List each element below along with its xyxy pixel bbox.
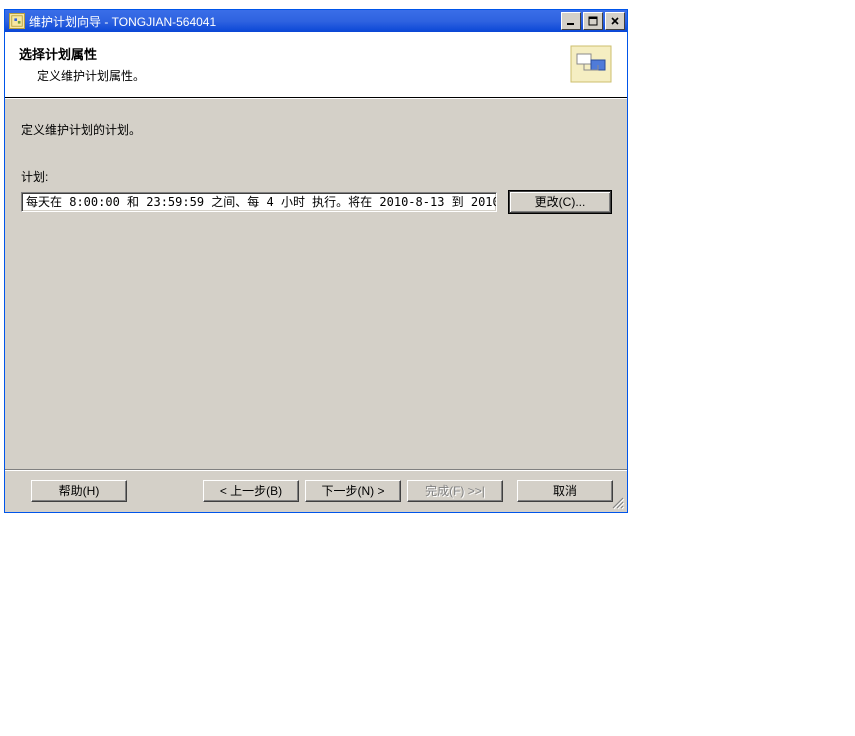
cancel-button[interactable]: 取消 <box>517 480 613 502</box>
wizard-icon <box>567 40 615 88</box>
maximize-button[interactable] <box>583 12 603 30</box>
nav-button-group: < 上一步(B) 下一步(N) > 完成(F) >>| 取消 <box>197 480 613 502</box>
minimize-button[interactable] <box>561 12 581 30</box>
app-icon <box>9 13 25 29</box>
content-panel: 定义维护计划的计划。 计划: 每天在 8:00:00 和 23:59:59 之间… <box>5 98 627 469</box>
wizard-window: 维护计划向导 - TONGJIAN-564041 选择计划属性 定义维护计划属性… <box>4 9 628 513</box>
title-bar: 维护计划向导 - TONGJIAN-564041 <box>5 10 627 32</box>
resize-grip-icon[interactable] <box>611 496 625 510</box>
page-title: 选择计划属性 <box>19 44 559 63</box>
intro-text: 定义维护计划的计划。 <box>21 121 611 138</box>
footer-panel: 帮助(H) < 上一步(B) 下一步(N) > 完成(F) >>| 取消 <box>5 469 627 512</box>
header-texts: 选择计划属性 定义维护计划属性。 <box>19 40 559 84</box>
back-button[interactable]: < 上一步(B) <box>203 480 299 502</box>
window-title: 维护计划向导 - TONGJIAN-564041 <box>29 13 561 30</box>
window-controls <box>561 12 625 30</box>
schedule-input[interactable]: 每天在 8:00:00 和 23:59:59 之间、每 4 小时 执行。将在 2… <box>21 192 497 212</box>
change-button[interactable]: 更改(C)... <box>509 191 611 213</box>
schedule-label: 计划: <box>21 168 611 185</box>
next-button[interactable]: 下一步(N) > <box>305 480 401 502</box>
header-panel: 选择计划属性 定义维护计划属性。 <box>5 32 627 98</box>
finish-button: 完成(F) >>| <box>407 480 503 502</box>
help-button[interactable]: 帮助(H) <box>31 480 127 502</box>
page-subtitle: 定义维护计划属性。 <box>37 67 559 84</box>
close-button[interactable] <box>605 12 625 30</box>
schedule-row: 每天在 8:00:00 和 23:59:59 之间、每 4 小时 执行。将在 2… <box>21 191 611 213</box>
